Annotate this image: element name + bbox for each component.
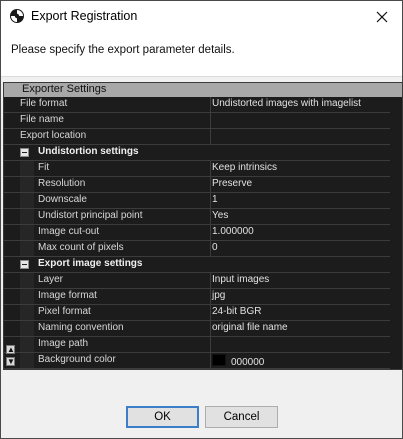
- property-label: Image path: [38, 338, 89, 349]
- export-registration-dialog: Export Registration Please specify the e…: [0, 0, 403, 439]
- property-row-image-path[interactable]: Image path: [4, 337, 390, 353]
- section-undistortion-settings[interactable]: Undistortion settings: [4, 145, 390, 161]
- collapse-icon[interactable]: [20, 148, 29, 157]
- scroll-down-button[interactable]: ▼: [6, 357, 15, 366]
- property-label: Fit: [38, 162, 50, 173]
- property-label: File name: [20, 114, 64, 125]
- property-row-export-location[interactable]: Export location: [4, 129, 390, 145]
- ok-button[interactable]: OK: [126, 406, 199, 428]
- cancel-button[interactable]: Cancel: [205, 406, 278, 428]
- property-row-fit[interactable]: Fit Keep intrinsics: [4, 161, 390, 177]
- property-row-resolution[interactable]: Resolution Preserve: [4, 177, 390, 193]
- color-hex: 000000: [231, 357, 265, 368]
- property-value[interactable]: 1: [212, 194, 218, 205]
- property-label: Max count of pixels: [38, 242, 124, 253]
- property-value[interactable]: 0: [212, 242, 218, 253]
- property-value[interactable]: original file name: [212, 322, 288, 333]
- property-label: Layer: [38, 274, 64, 285]
- property-row-image-cut-out[interactable]: Image cut-out 1.000000: [4, 225, 390, 241]
- property-row-naming-convention[interactable]: Naming convention original file name: [4, 321, 390, 337]
- section-title: Undistortion settings: [38, 146, 139, 157]
- property-row-image-format[interactable]: Image format jpg: [4, 289, 390, 305]
- scroll-up-button[interactable]: ▲: [6, 345, 15, 354]
- property-row-max-count-of-pixels[interactable]: Max count of pixels 0: [4, 241, 390, 257]
- property-label: Resolution: [38, 178, 86, 189]
- property-label: Background color: [38, 354, 116, 365]
- property-label: Pixel format: [38, 306, 91, 317]
- property-label: Image format: [38, 290, 97, 301]
- property-label: Naming convention: [38, 322, 124, 333]
- property-row-undistort-principal-point[interactable]: Undistort principal point Yes: [4, 209, 390, 225]
- section-export-image-settings[interactable]: Export image settings: [4, 257, 390, 273]
- instruction-text: Please specify the export parameter deta…: [11, 44, 235, 56]
- property-label: Downscale: [38, 194, 87, 205]
- window-title: Export Registration: [31, 9, 138, 23]
- property-label: Export location: [20, 130, 87, 141]
- property-grid[interactable]: Exporter Settings File format Undistorte…: [3, 82, 403, 370]
- property-row-background-color[interactable]: Background color 000000: [4, 353, 390, 369]
- close-button[interactable]: [362, 1, 402, 32]
- collapse-icon[interactable]: [20, 260, 29, 269]
- section-title: Export image settings: [38, 258, 143, 269]
- property-row-downscale[interactable]: Downscale 1: [4, 193, 390, 209]
- property-label: Image cut-out: [38, 226, 100, 237]
- property-row-layer[interactable]: Layer Input images: [4, 273, 390, 289]
- title-bar: Export Registration: [1, 1, 402, 32]
- property-value[interactable]: 24-bit BGR: [212, 306, 261, 317]
- grid-header: Exporter Settings: [4, 83, 402, 97]
- app-logo-icon: [10, 9, 24, 23]
- close-icon: [376, 11, 388, 22]
- grid-header-label: Exporter Settings: [22, 83, 107, 95]
- property-row-file-format[interactable]: File format Undistorted images with imag…: [4, 97, 390, 113]
- property-value[interactable]: jpg: [212, 290, 225, 301]
- property-value[interactable]: Input images: [212, 274, 269, 285]
- property-row-pixel-format[interactable]: Pixel format 24-bit BGR: [4, 305, 390, 321]
- color-swatch[interactable]: [212, 354, 226, 366]
- description-panel: Please specify the export parameter deta…: [1, 32, 402, 77]
- property-value[interactable]: Yes: [212, 210, 228, 221]
- property-value[interactable]: Preserve: [212, 178, 252, 189]
- property-value[interactable]: Keep intrinsics: [212, 162, 277, 173]
- property-label: File format: [20, 98, 68, 109]
- property-value[interactable]: 000000: [212, 354, 264, 368]
- property-value[interactable]: Undistorted images with imagelist: [212, 98, 361, 109]
- property-value[interactable]: 1.000000: [212, 226, 254, 237]
- property-label: Undistort principal point: [38, 210, 143, 221]
- property-row-file-name[interactable]: File name: [4, 113, 390, 129]
